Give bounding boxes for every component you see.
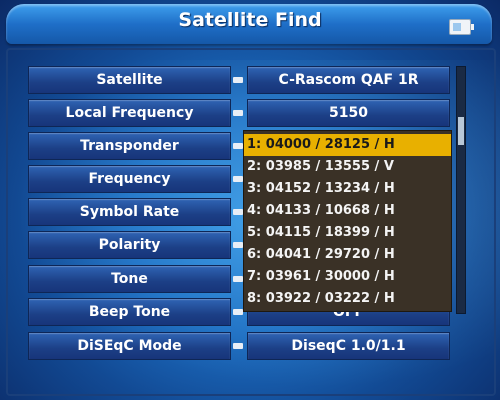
local-frequency-value[interactable]: 5150 [247,99,450,127]
row-label-tone[interactable]: Tone [28,265,231,293]
row-label-satellite[interactable]: Satellite [28,66,231,94]
battery-level [453,23,461,31]
battery-icon [449,19,474,35]
row-label-frequency[interactable]: Frequency [28,165,231,193]
arrow-icon [233,110,243,116]
row-label-symbol-rate[interactable]: Symbol Rate [28,198,231,226]
row-label-transponder[interactable]: Transponder [28,132,231,160]
arrow-icon [233,242,243,248]
transponder-option[interactable]: 4: 04133 / 10668 / H [244,200,451,222]
page-title: Satellite Find [178,9,322,31]
scrollbar-thumb[interactable] [458,117,464,145]
arrow-icon [233,209,243,215]
arrow-icon [233,176,243,182]
arrow-icon [233,343,243,349]
transponder-option[interactable]: 2: 03985 / 13555 / V [244,156,451,178]
diseqc-mode-value[interactable]: DiseqC 1.0/1.1 [247,332,450,360]
satellite-value[interactable]: C-Rascom QAF 1R [247,66,450,94]
row-label-polarity[interactable]: Polarity [28,231,231,259]
transponder-option[interactable]: 1: 04000 / 28125 / H [244,134,451,156]
arrow-icon [233,276,243,282]
row-label-diseqc-mode[interactable]: DiSEqC Mode [28,332,231,360]
arrow-icon [233,143,243,149]
row-label-local-frequency[interactable]: Local Frequency [28,99,231,127]
transponder-dropdown[interactable]: 1: 04000 / 28125 / H 2: 03985 / 13555 / … [243,130,452,312]
row-label-beep-tone[interactable]: Beep Tone [28,298,231,326]
arrow-icon [233,309,243,315]
transponder-option[interactable]: 8: 03922 / 03222 / H [244,288,451,310]
transponder-option[interactable]: 3: 04152 / 13234 / H [244,178,451,200]
transponder-option[interactable]: 5: 04115 / 18399 / H [244,222,451,244]
transponder-option[interactable]: 7: 03961 / 30000 / H [244,266,451,288]
arrow-icon [233,77,243,83]
transponder-option[interactable]: 6: 04041 / 29720 / H [244,244,451,266]
screen: Satellite Find Satellite C-Rascom QAF 1R… [0,0,500,400]
scrollbar[interactable] [456,66,466,314]
